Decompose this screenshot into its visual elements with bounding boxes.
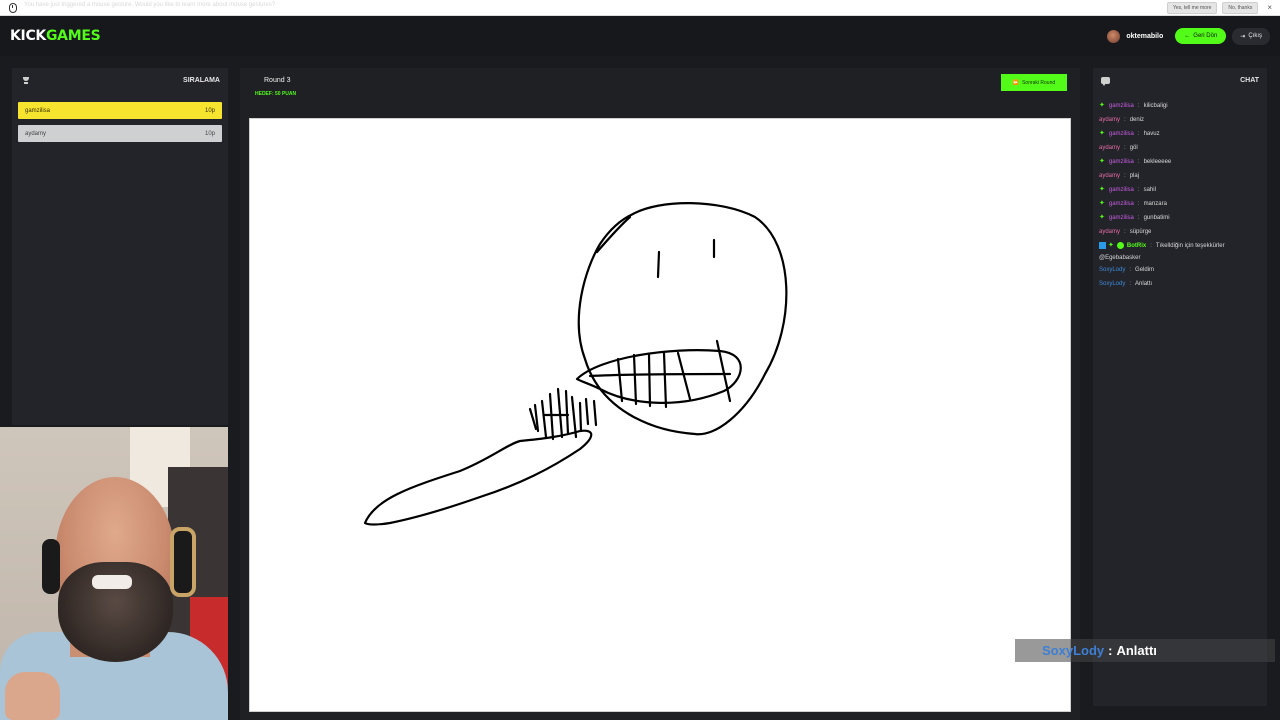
logout-icon: ⇥ — [1240, 33, 1246, 40]
no-thanks-button[interactable]: No, thanks — [1222, 1, 1259, 14]
back-button[interactable]: ← Geri Dön — [1175, 28, 1227, 44]
kick-badge-icon: ✦ — [1099, 200, 1105, 207]
chat-text: kilicbaligi — [1143, 103, 1168, 109]
chat-username[interactable]: gamzilisa — [1109, 186, 1134, 194]
chat-username[interactable]: gamzilisa — [1109, 158, 1134, 166]
logo-games: GAMES — [45, 28, 101, 44]
chat-message: ✦ gamzilisa: havuz — [1099, 130, 1160, 138]
leaderboard-row: gamzilisa 10p — [18, 102, 222, 119]
chat-text-continued: @Egebabasker — [1099, 255, 1141, 261]
chat-username[interactable]: BotRix — [1127, 242, 1146, 250]
chat-panel: CHAT ✦ gamzilisa: kilicbaligi aydamy: deniz… — [1093, 68, 1267, 706]
game-area: Round 3 HEDEF: 50 PUAN ⏩ Sonraki Round — [240, 68, 1080, 720]
goal-label: HEDEF: 50 PUAN — [255, 91, 297, 97]
chat-username[interactable]: SoxyLody — [1099, 280, 1125, 288]
chat-title: CHAT — [1240, 76, 1259, 84]
mouse-gesture-notification: You have just triggered a mouse gesture.… — [0, 0, 1280, 16]
chat-text: gunbatimi — [1143, 215, 1170, 221]
fast-forward-icon: ⏩ — [1012, 79, 1020, 86]
exit-button[interactable]: ⇥ Çıkış — [1232, 27, 1270, 45]
back-button-label: Geri Dön — [1193, 33, 1218, 39]
kick-badge-icon: ✦ — [1099, 186, 1105, 193]
leaderboard-title: SIRALAMA — [183, 76, 220, 84]
mouse-icon — [9, 2, 17, 13]
chat-text: plaj — [1129, 173, 1140, 179]
kick-badge-icon: ✦ — [1108, 242, 1114, 249]
chat-message: aydamy: süpürge — [1099, 228, 1152, 236]
kickgames-logo[interactable]: KICKGAMES — [10, 28, 101, 44]
chat-text: deniz — [1129, 117, 1145, 123]
top-header: KICKGAMES oktemabilo ← Geri Dön ⇥ Çıkış — [0, 16, 1280, 56]
leaderboard-row: aydamy 10p — [18, 125, 222, 142]
chat-text: göl — [1129, 145, 1138, 151]
chat-message: aydamy: plaj — [1099, 172, 1140, 180]
logo-kick: KICK — [10, 28, 46, 44]
trophy-icon — [22, 76, 30, 84]
chat-message: ✦ gamzilisa: manzara — [1099, 200, 1167, 208]
chat-text: bekleeeee — [1143, 159, 1172, 165]
headphones-icon — [170, 527, 196, 597]
learn-more-button[interactable]: Yes, tell me more — [1166, 1, 1218, 14]
drawing — [363, 202, 788, 526]
chat-text: havuz — [1143, 131, 1160, 137]
chat-username[interactable]: aydamy — [1099, 116, 1120, 124]
chat-bubble-icon — [1101, 76, 1110, 86]
chat-username[interactable]: aydamy — [1099, 144, 1120, 152]
chat-text: sahil — [1143, 187, 1156, 193]
kick-badge-icon: ✦ — [1099, 158, 1105, 165]
username[interactable]: oktemabilo — [1126, 33, 1163, 40]
chat-message: aydamy: deniz — [1099, 116, 1145, 124]
chat-message: SoxyLody: Anlattı — [1099, 280, 1153, 288]
chat-messages: ✦ gamzilisa: kilicbaligi aydamy: deniz ✦ gam… — [1093, 92, 1267, 294]
chat-username[interactable]: aydamy — [1099, 228, 1120, 236]
overlay-username: SoxyLody — [1042, 643, 1105, 658]
chat-text: Anlattı — [1135, 281, 1153, 287]
close-icon[interactable]: × — [1267, 3, 1272, 12]
avatar[interactable] — [1107, 29, 1121, 43]
player-name: gamzilisa — [25, 107, 51, 114]
chat-username[interactable]: gamzilisa — [1109, 130, 1134, 138]
chat-username[interactable]: aydamy — [1099, 172, 1120, 180]
chat-username[interactable]: gamzilisa — [1109, 102, 1134, 110]
next-round-button[interactable]: ⏩ Sonraki Round — [1001, 74, 1067, 91]
next-round-label: Sonraki Round — [1022, 79, 1056, 86]
round-label: Round 3 — [264, 77, 291, 84]
chat-message: ✦ gamzilisa: bekleeeee — [1099, 158, 1172, 166]
moderator-badge-icon — [1099, 242, 1106, 249]
player-points: 10p — [204, 107, 215, 114]
chat-text: manzara — [1143, 201, 1167, 207]
chat-message: ✦ gamzilisa: gunbatimi — [1099, 214, 1170, 222]
kick-badge-icon: ✦ — [1099, 102, 1105, 109]
leaderboard-panel: SIRALAMA gamzilisa 10p aydamy 10p — [12, 68, 228, 425]
player-points: 10p — [204, 130, 215, 137]
webcam-overlay — [0, 427, 228, 720]
chat-message: ✦ gamzilisa: sahil — [1099, 186, 1156, 194]
chat-message: ✦ BotRix: Tıkelldiğin için teşekkürler @Ege… — [1099, 242, 1261, 266]
chat-text: süpürge — [1129, 229, 1152, 235]
exit-button-label: Çıkış — [1248, 33, 1262, 39]
kick-badge-icon: ✦ — [1099, 130, 1105, 137]
kick-badge-icon: ✦ — [1099, 214, 1105, 221]
stream-chat-overlay: SoxyLody : Anlattı — [1015, 639, 1275, 662]
chat-username[interactable]: gamzilisa — [1109, 200, 1134, 208]
overlay-text: Anlattı — [1116, 643, 1157, 658]
chat-message: ✦ gamzilisa: kilicbaligi — [1099, 102, 1168, 110]
notification-message: You have just triggered a mouse gesture.… — [24, 1, 276, 8]
bot-badge-icon — [1116, 242, 1124, 249]
chat-text: Tıkelldiğin için teşekkürler — [1155, 243, 1225, 249]
overlay-separator: : — [1108, 643, 1113, 658]
chat-username[interactable]: gamzilisa — [1109, 214, 1134, 222]
arrow-left-icon: ← — [1184, 33, 1191, 39]
chat-message: SoxyLody: Geldim — [1099, 266, 1155, 274]
player-name: aydamy — [25, 130, 47, 137]
drawing-canvas[interactable] — [249, 118, 1071, 712]
chat-username[interactable]: SoxyLody — [1099, 266, 1125, 274]
chat-text: Geldim — [1135, 267, 1155, 273]
chat-message: aydamy: göl — [1099, 144, 1138, 152]
